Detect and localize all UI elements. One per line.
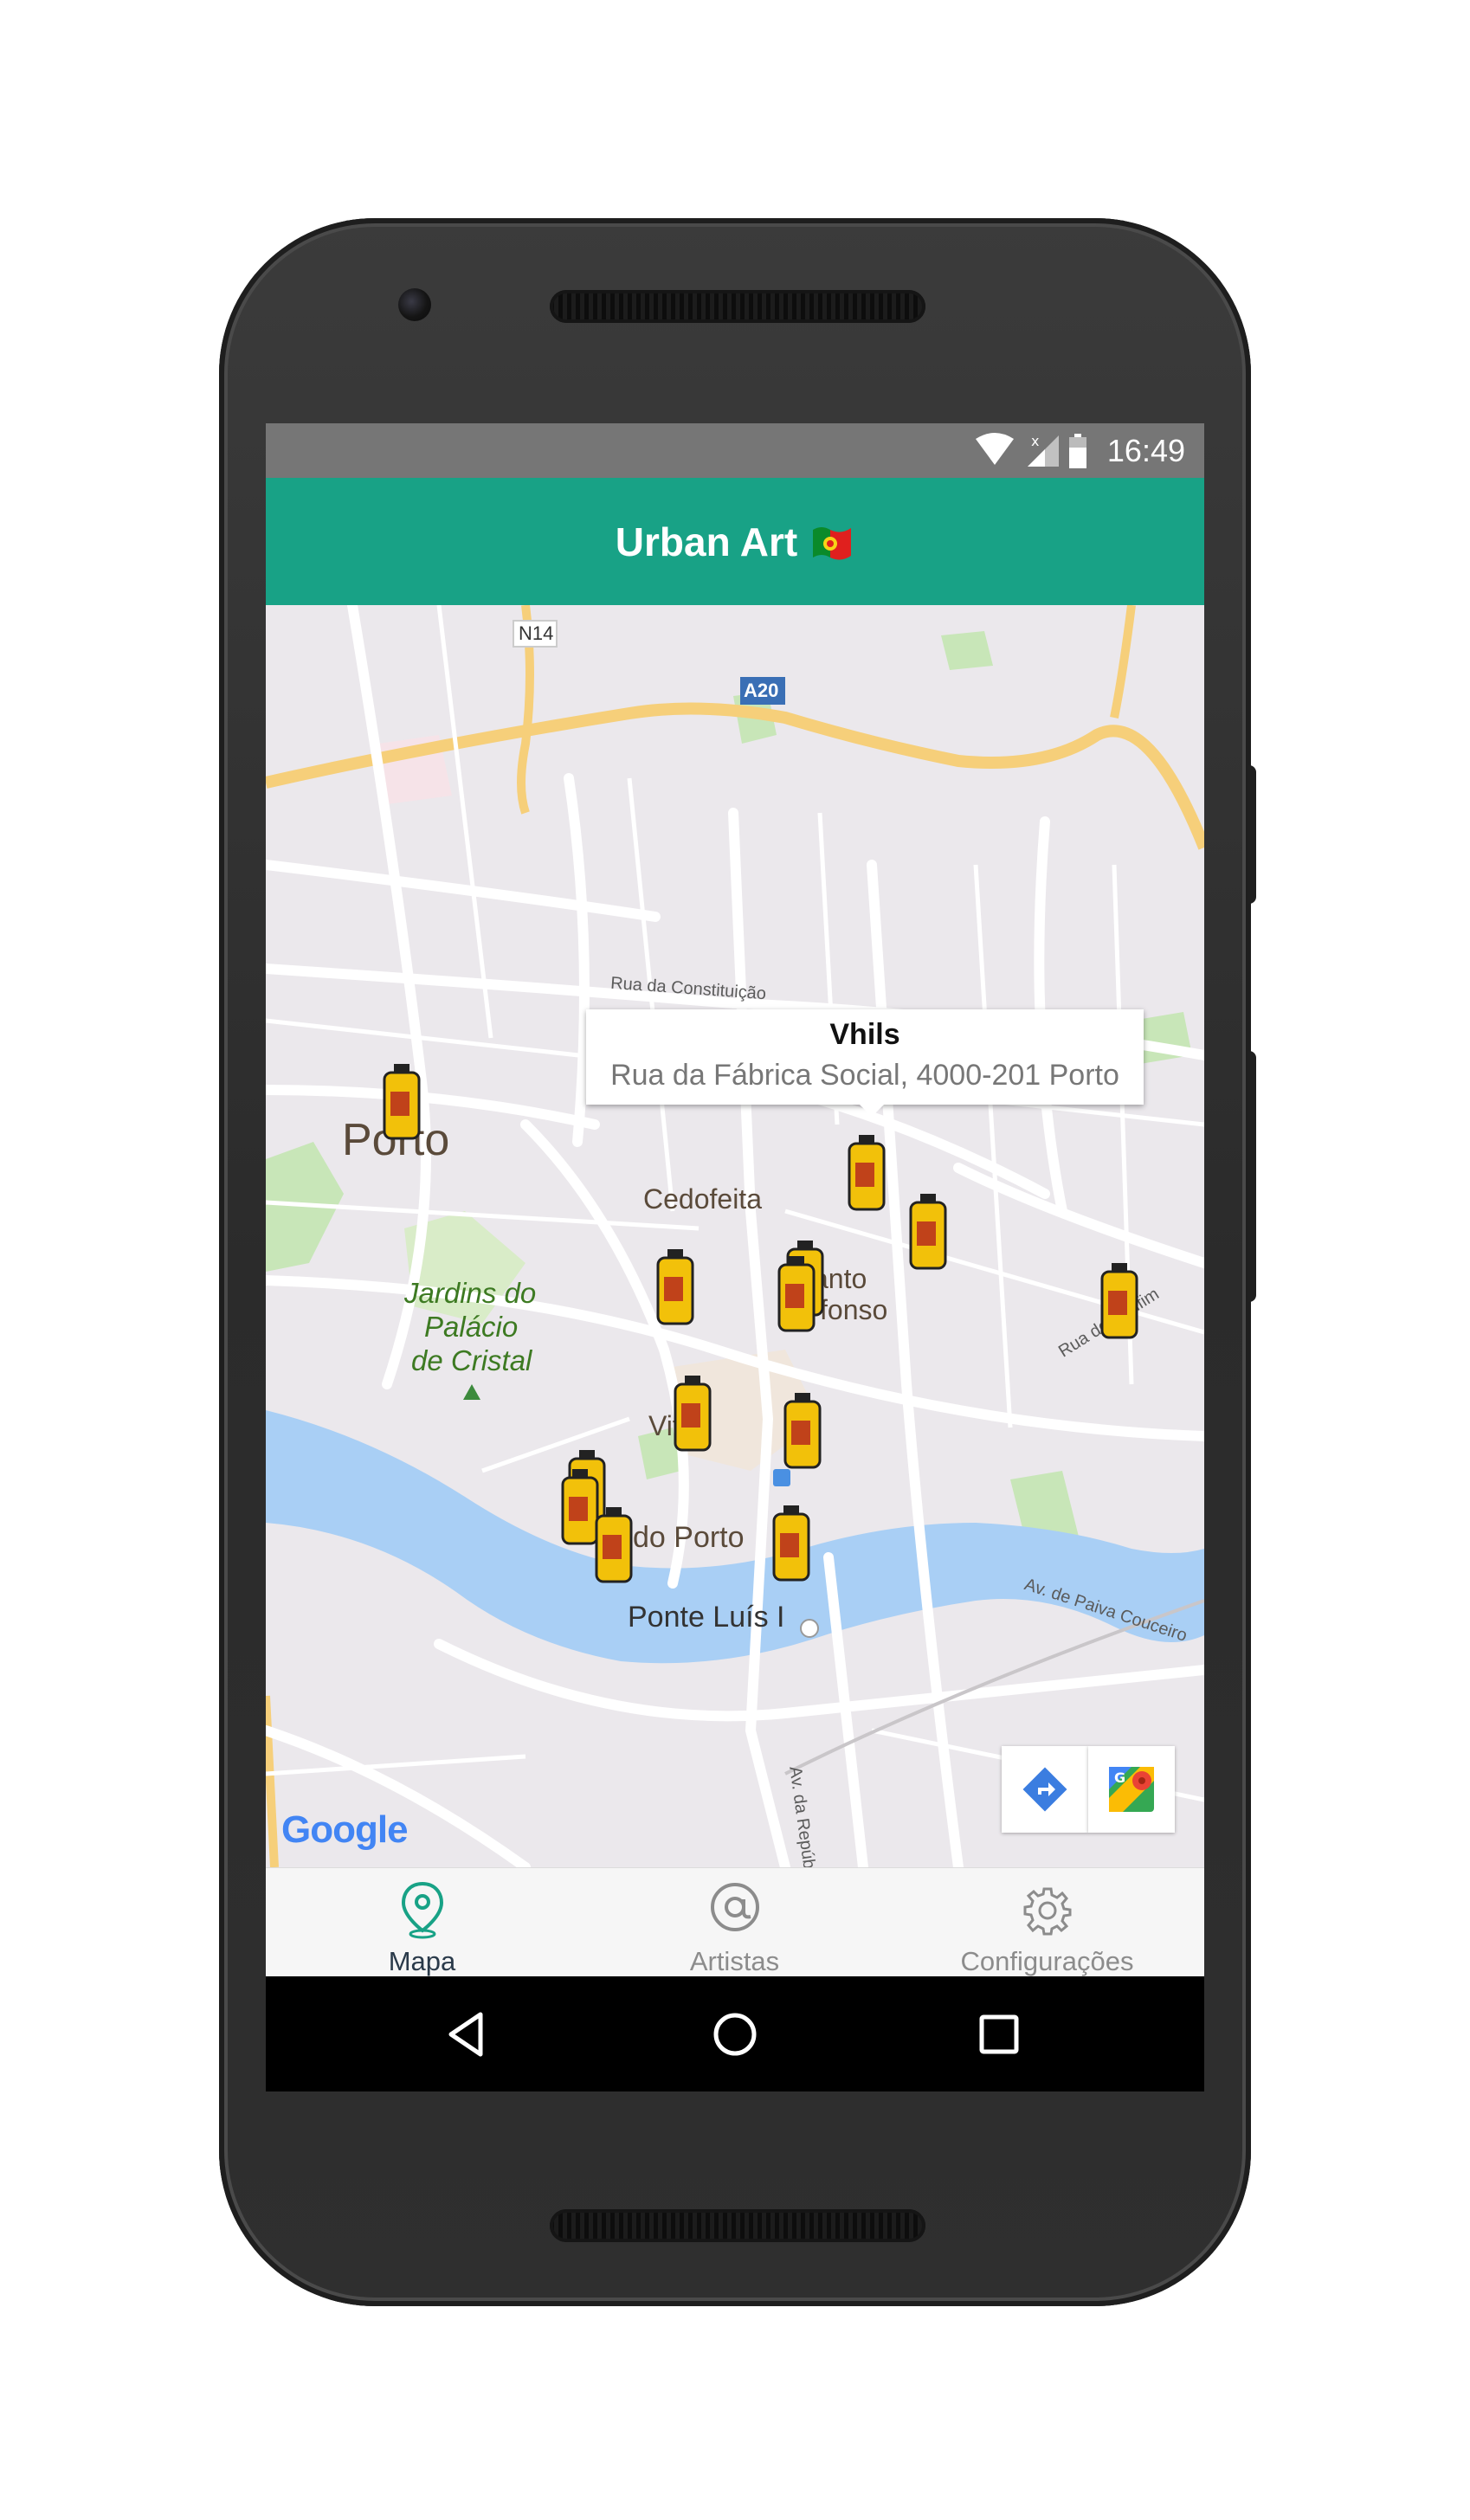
app-bar: Urban Art [266, 478, 1204, 605]
front-camera [398, 288, 431, 321]
label-jardins-3: de Cristal [411, 1344, 532, 1376]
status-bar: x 16:49 [266, 423, 1204, 478]
label-jardins-2: Palácio [424, 1311, 519, 1343]
spray-can-marker[interactable] [382, 1064, 422, 1140]
recents-icon[interactable] [969, 2004, 1029, 2065]
directions-button[interactable] [1002, 1746, 1088, 1833]
gear-icon [1023, 1887, 1072, 1936]
label-sao-porto: do Porto [633, 1521, 745, 1554]
map-view[interactable]: N14 A20 Rua da Constituição Porto Cedofe… [266, 605, 1204, 1867]
label-cedofeita: Cedofeita [643, 1183, 762, 1215]
spray-can-marker[interactable] [783, 1393, 822, 1469]
top-speaker [550, 290, 925, 323]
home-icon[interactable] [705, 2004, 765, 2065]
status-icons: x [976, 433, 1086, 468]
back-icon[interactable] [439, 2004, 500, 2065]
status-time: 16:49 [1106, 433, 1185, 468]
marker-info-window[interactable]: Vhils Rua da Fábrica Social, 4000-201 Po… [586, 1009, 1144, 1117]
power-button [1248, 765, 1256, 904]
spray-can-marker[interactable] [673, 1376, 712, 1452]
tab-label-configuracoes: Configurações [960, 1946, 1134, 1976]
open-in-maps-button[interactable]: G [1088, 1746, 1175, 1833]
spray-can-marker[interactable] [908, 1194, 948, 1270]
label-jardins-1: Jardins do [404, 1277, 537, 1309]
at-sign-icon [711, 1883, 759, 1931]
tab-label-mapa: Mapa [388, 1946, 456, 1976]
map-base [266, 605, 1204, 1867]
info-window-title: Vhils [829, 1018, 900, 1051]
spray-can-marker[interactable] [771, 1505, 811, 1582]
wifi-icon [976, 433, 1014, 465]
svg-text:x: x [1031, 433, 1039, 449]
app-title: Urban Art [615, 519, 798, 564]
spray-can-marker[interactable] [1099, 1263, 1139, 1339]
spray-can-marker[interactable] [777, 1256, 816, 1332]
signal-icon: x [1028, 433, 1059, 467]
portugal-flag-icon [813, 526, 852, 560]
bottom-speaker [550, 2209, 925, 2242]
tab-artistas[interactable]: Artistas [578, 1868, 891, 1977]
android-nav-bar [266, 1976, 1204, 2091]
spray-can-marker[interactable] [655, 1249, 695, 1325]
location-pin-icon [401, 1881, 444, 1939]
spray-can-marker[interactable] [594, 1507, 634, 1583]
google-maps-icon: G [1109, 1767, 1154, 1812]
road-label-n14: N14 [519, 622, 554, 644]
label-ponte-luis: Ponte Luís I [628, 1601, 785, 1634]
tab-label-artistas: Artistas [689, 1946, 780, 1976]
google-logo: Google [281, 1808, 409, 1851]
road-label-a20: A20 [744, 680, 779, 701]
label-santo-b: fonso [820, 1294, 888, 1325]
tab-configuracoes[interactable]: Configurações [891, 1868, 1203, 1977]
info-window-address: Rua da Fábrica Social, 4000-201 Porto [610, 1059, 1119, 1092]
battery-icon [1069, 434, 1086, 468]
svg-text:G: G [1114, 1769, 1125, 1786]
spray-can-marker[interactable] [847, 1135, 887, 1211]
screen: x 16:49 Urban Art N14 A20 Rua da Constit… [266, 423, 1204, 2091]
tab-mapa[interactable]: Mapa [266, 1868, 578, 1977]
volume-button [1248, 1051, 1256, 1302]
directions-icon [1022, 1767, 1067, 1812]
bottom-tab-bar: Mapa Artistas Configurações [266, 1867, 1204, 1977]
